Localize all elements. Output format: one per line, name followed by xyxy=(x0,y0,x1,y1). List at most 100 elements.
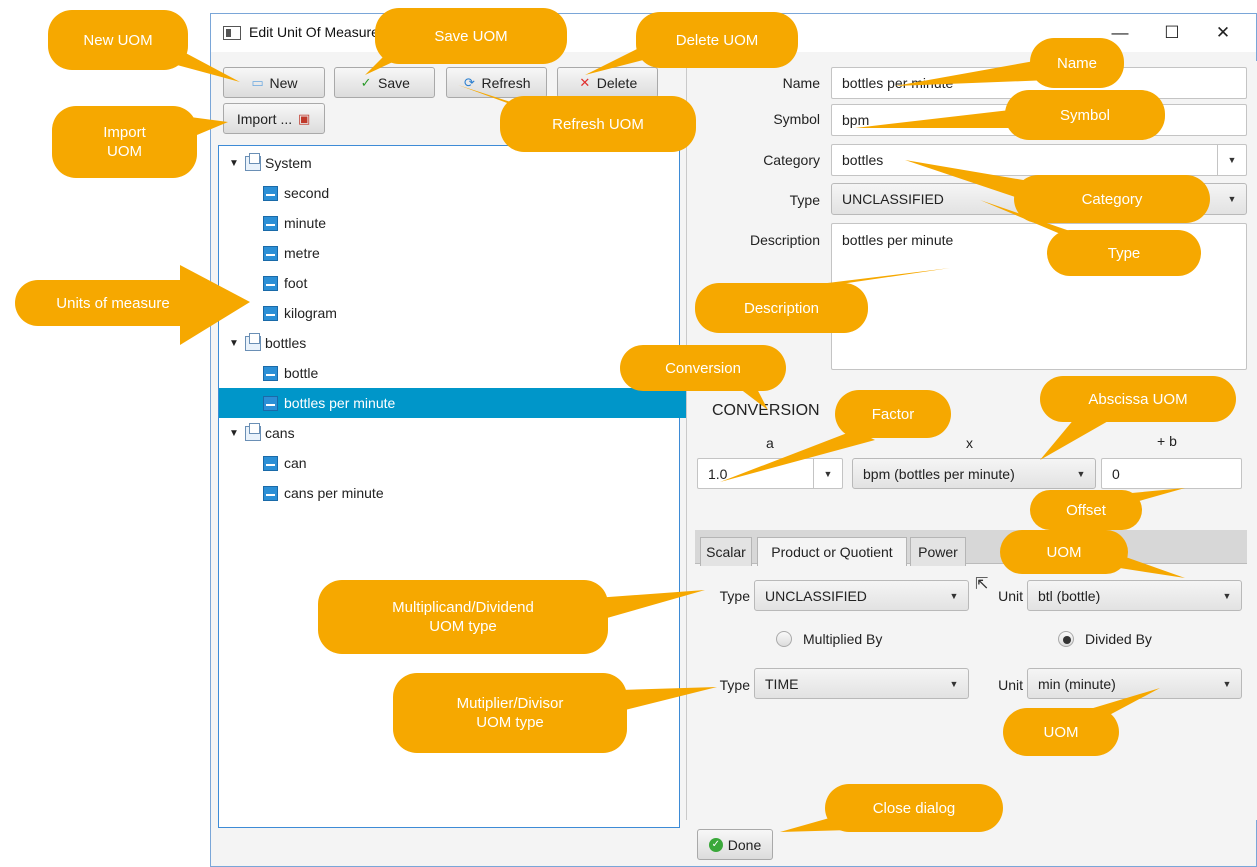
import-button-label: Import ... xyxy=(236,110,293,127)
category-label: Category xyxy=(763,152,820,168)
tree-item-label: bottle xyxy=(284,365,319,381)
tree-item-label: minute xyxy=(284,215,327,231)
tree-item-label: metre xyxy=(284,245,320,261)
callout-description: Description xyxy=(695,283,868,333)
tree-item-label: kilogram xyxy=(284,305,337,321)
done-button[interactable]: ✓ Done xyxy=(697,829,773,860)
delete-button[interactable]: ✕ Delete xyxy=(557,67,658,98)
tree-unit-row[interactable]: cans per minute xyxy=(219,478,723,508)
tree-unit-row[interactable]: bottles per minute xyxy=(219,388,723,418)
new-file-icon: ▭ xyxy=(251,74,264,90)
unit-icon xyxy=(263,185,278,201)
tree-unit-row[interactable]: minute xyxy=(219,208,723,238)
unit-icon xyxy=(263,245,278,261)
new-button[interactable]: ▭ New xyxy=(223,67,325,98)
tree-unit-row[interactable]: second xyxy=(219,178,723,208)
refresh-button-label: Refresh xyxy=(481,74,531,91)
import-button[interactable]: Import ... ▣ xyxy=(223,103,325,134)
callout-abscissa-uom: Abscissa UOM xyxy=(1040,376,1236,422)
chevron-down-icon[interactable]: ▼ xyxy=(813,459,842,488)
callout-symbol: Symbol xyxy=(1005,90,1165,140)
multiplier-unit-combo[interactable]: min (minute) ▼ xyxy=(1027,668,1242,699)
callout-uom-bottom: UOM xyxy=(1003,708,1119,756)
callout-type: Type xyxy=(1047,230,1201,276)
delete-x-icon: ✕ xyxy=(579,74,591,90)
multiplier-type-combo[interactable]: TIME ▼ xyxy=(754,668,969,699)
multiplicand-unit-label: Unit xyxy=(998,588,1023,604)
callout-multiplier-type: Mutiplier/Divisor UOM type xyxy=(393,673,627,753)
checkmark-icon: ✓ xyxy=(360,74,372,90)
tree-unit-row[interactable]: foot xyxy=(219,268,723,298)
tree-unit-row[interactable]: can xyxy=(219,448,723,478)
chevron-down-icon[interactable]: ▼ xyxy=(1213,581,1241,610)
multiplier-unit-value: min (minute) xyxy=(1038,675,1116,692)
tree-category-row[interactable]: ▼ cans xyxy=(219,418,689,448)
refresh-icon: ⟳ xyxy=(464,74,475,90)
multiplicand-type-combo[interactable]: UNCLASSIFIED ▼ xyxy=(754,580,969,611)
abscissa-combo[interactable]: bpm (bottles per minute) ▼ xyxy=(852,458,1096,489)
save-button[interactable]: ✓ Save xyxy=(334,67,435,98)
offset-b-label: + b xyxy=(1157,433,1177,449)
multiplicand-type-value: UNCLASSIFIED xyxy=(765,587,867,604)
callout-import-uom: Import UOM xyxy=(52,106,197,178)
callout-category: Category xyxy=(1014,175,1210,223)
tree-item-label: cans per minute xyxy=(284,485,384,501)
abscissa-value: bpm (bottles per minute) xyxy=(863,465,1015,482)
folder-stack-icon xyxy=(245,422,261,441)
unit-icon xyxy=(263,485,278,501)
callout-refresh-uom: Refresh UOM xyxy=(500,96,696,152)
chevron-down-icon[interactable]: ▼ xyxy=(1213,669,1241,698)
chevron-down-icon[interactable]: ▼ xyxy=(1217,145,1246,175)
multiplicand-unit-value: btl (bottle) xyxy=(1038,587,1101,604)
tree-unit-row[interactable]: metre xyxy=(219,238,723,268)
chevron-down-icon[interactable]: ▼ xyxy=(1218,184,1246,214)
unit-icon xyxy=(263,365,278,381)
refresh-button[interactable]: ⟳ Refresh xyxy=(446,67,547,98)
import-file-icon: ▣ xyxy=(297,110,311,126)
callout-multiplicand-type: Multiplicand/Dividend UOM type xyxy=(318,580,608,654)
tree-item-label: second xyxy=(284,185,330,201)
tab-scalar[interactable]: Scalar xyxy=(700,537,752,566)
maximize-button[interactable]: ☐ xyxy=(1152,18,1192,48)
tree-category-row[interactable]: ▼ bottles xyxy=(219,328,689,358)
unit-icon xyxy=(263,305,278,321)
callout-new-uom: New UOM xyxy=(48,10,188,70)
expand-arrow-icon[interactable]: ▼ xyxy=(229,338,239,349)
close-button[interactable]: ✕ xyxy=(1203,18,1243,48)
factor-field[interactable]: 1.0 ▼ xyxy=(697,458,843,489)
callout-name: Name xyxy=(1030,38,1124,88)
folder-stack-icon xyxy=(245,152,261,171)
tab-power[interactable]: Power xyxy=(910,537,966,566)
expand-arrow-icon[interactable]: ▼ xyxy=(229,158,239,169)
chevron-down-icon[interactable]: ▼ xyxy=(940,669,968,698)
multiplicand-unit-combo[interactable]: btl (bottle) ▼ xyxy=(1027,580,1242,611)
tree-item-label: can xyxy=(284,455,307,471)
app-icon xyxy=(223,26,241,40)
chevron-down-icon[interactable]: ▼ xyxy=(1067,459,1095,488)
chevron-down-icon[interactable]: ▼ xyxy=(940,581,968,610)
tree-item-label: bottles xyxy=(265,335,307,351)
tree-item-label: foot xyxy=(284,275,308,291)
divided-by-radio[interactable] xyxy=(1058,631,1074,647)
multiplied-by-radio[interactable] xyxy=(776,631,792,647)
tree-category-row[interactable]: ▼ System xyxy=(219,148,689,178)
tree-unit-row[interactable]: kilogram xyxy=(219,298,723,328)
window-title: Edit Unit Of Measure xyxy=(249,24,379,40)
tree-item-label: System xyxy=(265,155,312,171)
expand-arrow-icon[interactable]: ▼ xyxy=(229,428,239,439)
tree-item-label: bottles per minute xyxy=(284,395,396,411)
callout-save-uom: Save UOM xyxy=(375,8,567,64)
description-label: Description xyxy=(749,232,820,248)
category-combo[interactable]: bottles ▼ xyxy=(831,144,1247,176)
callout-close-dialog: Close dialog xyxy=(825,784,1003,832)
callout-delete-uom: Delete UOM xyxy=(636,12,798,68)
callout-offset: Offset xyxy=(1030,490,1142,530)
tab-product-or-quotient[interactable]: Product or Quotient xyxy=(757,537,907,566)
multiplicand-type-label: Type xyxy=(719,588,750,604)
offset-field[interactable]: 0 xyxy=(1101,458,1242,489)
unit-icon xyxy=(263,395,278,411)
unit-icon xyxy=(263,275,278,291)
delete-button-label: Delete xyxy=(596,74,638,91)
type-label: Type xyxy=(789,192,820,208)
callout-uom-top: UOM xyxy=(1000,530,1128,574)
